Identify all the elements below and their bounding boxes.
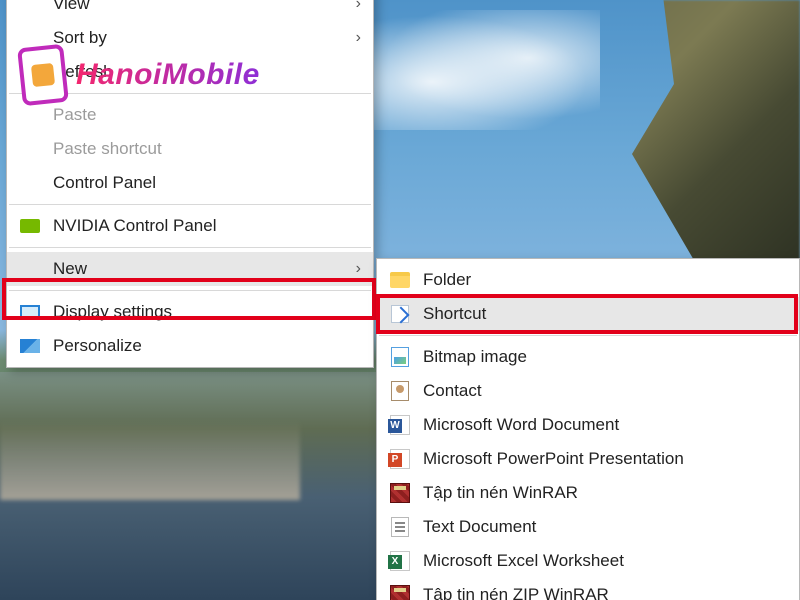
chevron-right-icon: › bbox=[356, 0, 361, 13]
menu-item-label: Folder bbox=[423, 270, 471, 290]
submenu-item-excel[interactable]: Microsoft Excel Worksheet bbox=[377, 544, 799, 578]
folder-icon bbox=[389, 269, 411, 291]
menu-item-label: Shortcut bbox=[423, 304, 486, 324]
menu-item-label: Text Document bbox=[423, 517, 536, 537]
menu-item-label: Microsoft PowerPoint Presentation bbox=[423, 449, 684, 469]
contact-icon bbox=[389, 380, 411, 402]
menu-item-label: Control Panel bbox=[53, 173, 156, 193]
word-icon bbox=[389, 414, 411, 436]
submenu-item-contact[interactable]: Contact bbox=[377, 374, 799, 408]
menu-item-label: Microsoft Word Document bbox=[423, 415, 619, 435]
menu-item-sort-by[interactable]: Sort by › bbox=[7, 21, 373, 55]
winrar-icon bbox=[389, 584, 411, 600]
menu-separator bbox=[9, 290, 371, 291]
menu-item-new[interactable]: New › bbox=[7, 252, 373, 286]
menu-item-label: Tập tin nén WinRAR bbox=[423, 483, 578, 503]
submenu-item-word[interactable]: Microsoft Word Document bbox=[377, 408, 799, 442]
excel-icon bbox=[389, 550, 411, 572]
menu-item-label: Sort by bbox=[53, 28, 107, 48]
submenu-item-zip-winrar[interactable]: Tập tin nén ZIP WinRAR bbox=[377, 578, 799, 600]
submenu-item-folder[interactable]: Folder bbox=[377, 263, 799, 297]
menu-item-nvidia-control-panel[interactable]: NVIDIA Control Panel bbox=[7, 209, 373, 243]
menu-item-label: Paste shortcut bbox=[53, 139, 162, 159]
menu-item-personalize[interactable]: Personalize bbox=[7, 329, 373, 363]
submenu-item-text[interactable]: Text Document bbox=[377, 510, 799, 544]
winrar-icon bbox=[389, 482, 411, 504]
submenu-item-bitmap[interactable]: Bitmap image bbox=[377, 340, 799, 374]
submenu-item-powerpoint[interactable]: Microsoft PowerPoint Presentation bbox=[377, 442, 799, 476]
menu-item-label: Bitmap image bbox=[423, 347, 527, 367]
menu-item-label: Display settings bbox=[53, 302, 172, 322]
menu-item-paste: Paste bbox=[7, 98, 373, 132]
menu-separator bbox=[9, 204, 371, 205]
new-submenu[interactable]: Folder Shortcut Bitmap image Contact Mic… bbox=[376, 258, 800, 600]
menu-item-display-settings[interactable]: Display settings bbox=[7, 295, 373, 329]
menu-item-label: New bbox=[53, 259, 87, 279]
submenu-item-shortcut[interactable]: Shortcut bbox=[377, 297, 799, 331]
menu-item-refresh[interactable]: Refresh bbox=[7, 55, 373, 89]
menu-item-label: View bbox=[53, 0, 90, 14]
shortcut-icon bbox=[389, 303, 411, 325]
wallpaper-clouds bbox=[360, 10, 600, 130]
wallpaper-beach bbox=[0, 420, 300, 500]
menu-separator bbox=[379, 335, 797, 336]
submenu-item-winrar[interactable]: Tập tin nén WinRAR bbox=[377, 476, 799, 510]
menu-item-label: Tập tin nén ZIP WinRAR bbox=[423, 585, 609, 600]
menu-item-label: Paste bbox=[53, 105, 96, 125]
menu-item-label: NVIDIA Control Panel bbox=[53, 216, 216, 236]
menu-item-label: Microsoft Excel Worksheet bbox=[423, 551, 624, 571]
menu-item-paste-shortcut: Paste shortcut bbox=[7, 132, 373, 166]
personalize-icon bbox=[19, 335, 41, 357]
chevron-right-icon: › bbox=[356, 260, 361, 278]
menu-item-label: Refresh bbox=[53, 62, 113, 82]
menu-separator bbox=[9, 93, 371, 94]
text-icon bbox=[389, 516, 411, 538]
menu-item-control-panel[interactable]: Control Panel bbox=[7, 166, 373, 200]
menu-item-label: Personalize bbox=[53, 336, 142, 356]
chevron-right-icon: › bbox=[356, 29, 361, 47]
display-icon bbox=[19, 301, 41, 323]
menu-item-label: Contact bbox=[423, 381, 482, 401]
menu-item-view[interactable]: View › bbox=[7, 0, 373, 21]
powerpoint-icon bbox=[389, 448, 411, 470]
desktop-context-menu[interactable]: View › Sort by › Refresh Paste Paste sho… bbox=[6, 0, 374, 368]
nvidia-icon bbox=[19, 215, 41, 237]
menu-separator bbox=[9, 247, 371, 248]
bitmap-icon bbox=[389, 346, 411, 368]
